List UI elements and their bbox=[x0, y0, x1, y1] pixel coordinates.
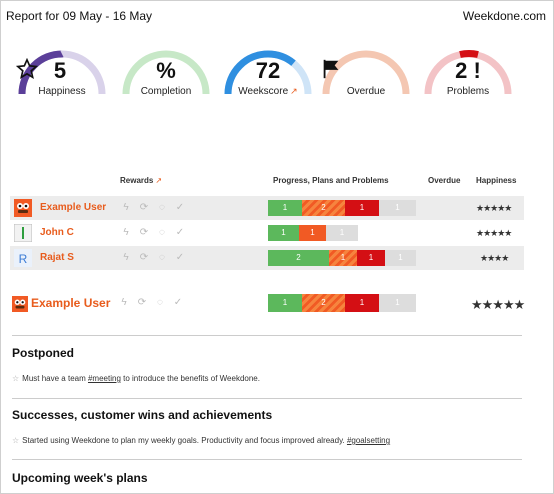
refresh-icon[interactable]: ⟳ bbox=[138, 202, 150, 214]
rajat-avatar-icon: R bbox=[14, 249, 32, 267]
completion-value: % bbox=[156, 58, 176, 83]
completion-label: Completion bbox=[140, 86, 192, 97]
problems-value: 2 ! bbox=[455, 58, 481, 83]
divider bbox=[12, 459, 522, 460]
overdue-header: Overdue bbox=[428, 176, 461, 185]
weekscore-label: Weekscore bbox=[238, 86, 289, 97]
refresh-icon[interactable]: ⟳ bbox=[138, 252, 150, 264]
progress-segment-red[interactable]: 1 bbox=[345, 294, 379, 312]
happiness-stars: ★★★★★ bbox=[476, 203, 512, 213]
john-avatar-icon bbox=[13, 223, 33, 243]
refresh-icon[interactable]: ⟳ bbox=[136, 297, 148, 309]
user-name-link[interactable]: John C bbox=[40, 227, 74, 238]
gauges-row: 5 Happiness % Completion 72 Weekscore ↗ O… bbox=[16, 36, 536, 102]
progress-bar[interactable]: 2111 bbox=[268, 250, 416, 266]
check-icon[interactable]: ✓ bbox=[174, 252, 186, 264]
summary-user-name[interactable]: Example User bbox=[31, 296, 110, 310]
comment-icon[interactable]: ◌ bbox=[156, 252, 168, 264]
refresh-icon[interactable]: ⟳ bbox=[138, 227, 150, 239]
star-outline-icon[interactable]: ☆ bbox=[12, 436, 19, 445]
progress-segment-green[interactable]: 2 bbox=[268, 250, 329, 266]
user-name-link[interactable]: Rajat S bbox=[40, 252, 74, 263]
progress-segment-stripe[interactable]: 2 bbox=[302, 200, 345, 216]
hashtag-link[interactable]: #goalsetting bbox=[347, 436, 390, 445]
gauge-completion[interactable]: % Completion bbox=[120, 36, 212, 102]
happiness-stars: ★★★★★ bbox=[476, 228, 512, 238]
external-link-icon[interactable]: ↗ bbox=[290, 86, 298, 97]
happiness-stars: ★★★★ bbox=[480, 253, 509, 263]
problems-label: Problems bbox=[446, 86, 490, 97]
progress-segment-grey[interactable]: 1 bbox=[379, 294, 416, 312]
gauge-weekscore[interactable]: 72 Weekscore ↗ bbox=[222, 36, 314, 102]
table-row[interactable]: R Rajat S ϟ ⟳ ◌ ✓ 2111 ★★★★ bbox=[10, 246, 524, 270]
bolt-icon[interactable]: ϟ bbox=[118, 297, 130, 309]
bolt-icon[interactable]: ϟ bbox=[120, 227, 132, 239]
rewards-header[interactable]: Rewards ↗ bbox=[120, 176, 162, 185]
progress-segment-red[interactable]: 1 bbox=[357, 250, 385, 266]
check-icon[interactable]: ✓ bbox=[174, 227, 186, 239]
happiness-label: Happiness bbox=[38, 86, 86, 97]
report-title: Report for 09 May - 16 May bbox=[6, 9, 153, 23]
happiness-value: 5 bbox=[53, 58, 67, 83]
progress-segment-grey[interactable]: 1 bbox=[326, 225, 358, 241]
check-icon[interactable]: ✓ bbox=[172, 297, 184, 309]
monster-avatar-icon bbox=[14, 199, 32, 217]
gauge-overdue[interactable]: Overdue bbox=[320, 36, 412, 102]
upcoming-title: Upcoming week's plans bbox=[12, 471, 148, 485]
progress-segment-green[interactable]: 1 bbox=[268, 200, 302, 216]
progress-segment-red[interactable]: 1 bbox=[345, 200, 379, 216]
brand-link[interactable]: Weekdone.com bbox=[463, 9, 546, 23]
summary-progress-bar[interactable]: 1211 bbox=[268, 294, 416, 312]
hashtag-link[interactable]: #meeting bbox=[88, 374, 121, 383]
user-name-link[interactable]: Example User bbox=[40, 202, 106, 213]
progress-bar[interactable]: 111 bbox=[268, 225, 358, 241]
check-icon[interactable]: ✓ bbox=[174, 202, 186, 214]
gauge-happiness[interactable]: 5 Happiness bbox=[16, 36, 108, 102]
postponed-item: ☆ Must have a team #meeting to introduce … bbox=[12, 374, 260, 383]
star-outline-icon[interactable]: ☆ bbox=[12, 374, 19, 383]
overdue-label: Overdue bbox=[346, 86, 386, 97]
progress-segment-green[interactable]: 1 bbox=[268, 225, 299, 241]
progress-segment-orange[interactable]: 1 bbox=[299, 225, 326, 241]
summary-happiness-stars: ★★★★★ bbox=[471, 297, 525, 312]
weekscore-value: 72 bbox=[255, 58, 281, 83]
external-link-icon[interactable]: ↗ bbox=[155, 176, 162, 185]
monster-avatar-icon bbox=[12, 296, 28, 312]
gauge-problems[interactable]: 2 ! Problems bbox=[422, 36, 514, 102]
postponed-title: Postponed bbox=[12, 346, 74, 360]
table-row[interactable]: John C ϟ ⟳ ◌ ✓ 111 ★★★★★ bbox=[10, 221, 524, 245]
divider bbox=[12, 335, 522, 336]
comment-icon[interactable]: ◌ bbox=[156, 227, 168, 239]
divider bbox=[12, 398, 522, 399]
progress-segment-green[interactable]: 1 bbox=[268, 294, 302, 312]
happiness-header: Happiness bbox=[476, 176, 517, 185]
progress-segment-grey[interactable]: 1 bbox=[379, 200, 416, 216]
progress-bar[interactable]: 1211 bbox=[268, 200, 416, 216]
bolt-icon[interactable]: ϟ bbox=[120, 252, 132, 264]
comment-icon[interactable]: ◌ bbox=[154, 297, 166, 309]
progress-segment-grey[interactable]: 1 bbox=[385, 250, 416, 266]
table-row[interactable]: Example User ϟ ⟳ ◌ ✓ 1211 ★★★★★ bbox=[10, 196, 524, 220]
progress-segment-stripe[interactable]: 2 bbox=[302, 294, 345, 312]
comment-icon[interactable]: ◌ bbox=[156, 202, 168, 214]
progress-header: Progress, Plans and Problems bbox=[273, 176, 389, 185]
bolt-icon[interactable]: ϟ bbox=[120, 202, 132, 214]
svg-text:R: R bbox=[19, 252, 28, 266]
successes-item: ☆ Started using Weekdone to plan my weekl… bbox=[12, 436, 391, 445]
progress-segment-stripe[interactable]: 1 bbox=[329, 250, 357, 266]
successes-title: Successes, customer wins and achievement… bbox=[12, 408, 273, 422]
